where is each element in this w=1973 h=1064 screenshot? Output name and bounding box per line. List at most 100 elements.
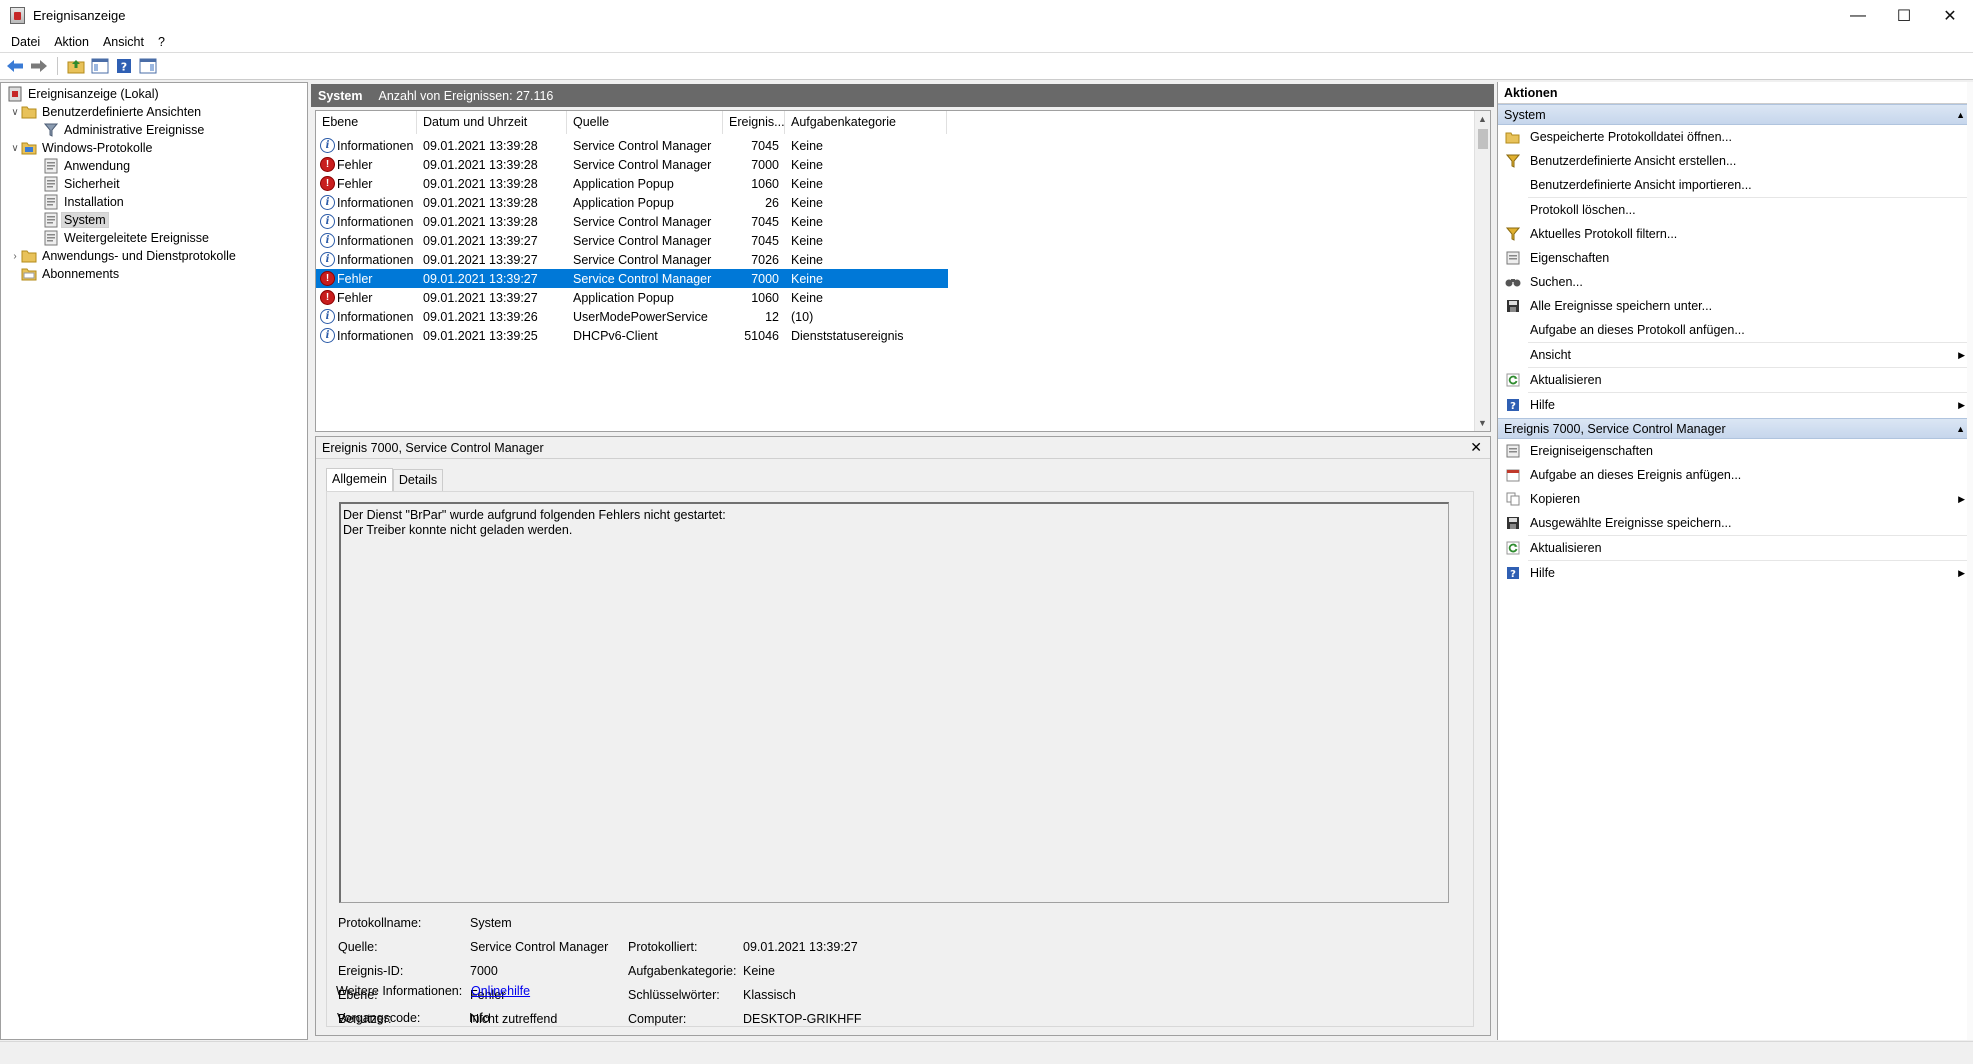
action-item[interactable]: Suchen... (1498, 270, 1973, 294)
actions-section-system[interactable]: System ▲ (1498, 104, 1973, 125)
tab-details[interactable]: Details (392, 469, 444, 492)
up-folder-button[interactable] (65, 55, 87, 77)
tree-item-subscriptions[interactable]: Abonnements (21, 265, 121, 283)
column-header-ebene[interactable]: Ebene (316, 111, 417, 134)
action-item[interactable]: ? Hilfe ▶ (1498, 393, 1973, 417)
column-header-quelle[interactable]: Quelle (567, 111, 723, 134)
table-row[interactable]: i Informationen 09.01.2021 13:39:28 Applica… (316, 193, 1476, 212)
action-item[interactable]: Aufgabe an dieses Ereignis anfügen... (1498, 463, 1973, 487)
table-row[interactable]: ! Fehler 09.01.2021 13:39:27 Service Contro… (316, 269, 1476, 288)
close-window-button[interactable]: ✕ (1927, 0, 1973, 31)
tree-item-root[interactable]: Ereignisanzeige (Lokal) (7, 85, 161, 103)
table-row[interactable]: i Informationen 09.01.2021 13:39:26 UserMod… (316, 307, 1476, 326)
show-hide-tree-button[interactable] (89, 55, 111, 77)
copy-icon (1504, 491, 1522, 507)
scroll-up-icon[interactable]: ▲ (1475, 111, 1490, 127)
actions-section-label: Ereignis 7000, Service Control Manager (1504, 421, 1726, 436)
tree-item-forwarded-events[interactable]: Weitergeleitete Ereignisse (43, 229, 211, 247)
menu-aktion[interactable]: Aktion (47, 35, 96, 49)
table-row[interactable]: i Informationen 09.01.2021 13:39:27 Service… (316, 250, 1476, 269)
table-row[interactable]: ! Fehler 09.01.2021 13:39:28 Application Po… (316, 174, 1476, 193)
tab-allgemein[interactable]: Allgemein (326, 468, 393, 491)
actions-section-event[interactable]: Ereignis 7000, Service Control Manager ▲ (1498, 418, 1973, 439)
action-item[interactable]: Aufgabe an dieses Protokoll anfügen... (1498, 318, 1973, 342)
tree-item-app-service-logs[interactable]: › Anwendungs- und Dienstprotokolle (9, 247, 238, 265)
show-action-pane-button[interactable] (137, 55, 159, 77)
tree-item-custom-views[interactable]: ∨ Benutzerdefinierte Ansichten (9, 103, 203, 121)
column-header-datum[interactable]: Datum und Uhrzeit (417, 111, 567, 134)
action-item[interactable]: Protokoll löschen... (1498, 198, 1973, 222)
menu-help[interactable]: ? (151, 35, 172, 49)
value-quelle: Service Control Manager (470, 940, 609, 954)
action-item[interactable]: Aktualisieren (1498, 368, 1973, 392)
event-list-scrollbar[interactable]: ▲ ▼ (1474, 111, 1490, 431)
action-item[interactable]: Aktuelles Protokoll filtern... (1498, 222, 1973, 246)
table-row[interactable]: ! Fehler 09.01.2021 13:39:27 Application Po… (316, 288, 1476, 307)
cell-level-text: Informationen (337, 328, 414, 343)
chevron-down-icon[interactable]: ∨ (9, 143, 21, 154)
cell-level-text: Informationen (337, 233, 414, 248)
action-item[interactable]: ? Hilfe ▶ (1498, 561, 1973, 585)
collapse-up-icon[interactable]: ▲ (1956, 424, 1965, 434)
close-icon[interactable]: ✕ (1470, 439, 1482, 456)
table-row[interactable]: i Informationen 09.01.2021 13:39:25 DHCPv6-… (316, 326, 1476, 345)
back-button[interactable] (4, 55, 26, 77)
cell-source: Service Control Manager (573, 252, 712, 267)
collapse-up-icon[interactable]: ▲ (1956, 110, 1965, 120)
action-item[interactable]: Eigenschaften (1498, 246, 1973, 270)
cell-level: i Informationen (316, 138, 417, 153)
action-item-label: Ereigniseigenschaften (1530, 444, 1653, 458)
maximize-button[interactable]: ☐ (1881, 0, 1927, 31)
tree-item-system[interactable]: System (43, 211, 109, 229)
tree-item-administrative-events[interactable]: Administrative Ereignisse (43, 121, 206, 139)
table-row[interactable]: i Informationen 09.01.2021 13:39:28 Service… (316, 136, 1476, 155)
action-item[interactable]: Kopieren ▶ (1498, 487, 1973, 511)
scroll-thumb[interactable] (1478, 129, 1488, 149)
info-icon: i (320, 309, 335, 324)
event-detail-title: Ereignis 7000, Service Control Manager (322, 440, 544, 455)
action-item[interactable]: Gespeicherte Protokolldatei öffnen... (1498, 125, 1973, 149)
table-row[interactable]: i Informationen 09.01.2021 13:39:28 Service… (316, 212, 1476, 231)
blank-icon (1504, 202, 1522, 218)
action-item[interactable]: Ereigniseigenschaften (1498, 439, 1973, 463)
binoculars-icon (1504, 274, 1522, 290)
action-item[interactable]: Alle Ereignisse speichern unter... (1498, 294, 1973, 318)
tree-item-label: Installation (64, 195, 124, 209)
action-item[interactable]: Aktualisieren (1498, 536, 1973, 560)
cell-id: 7045 (751, 214, 779, 229)
chevron-down-icon[interactable]: ∨ (9, 107, 21, 118)
table-row[interactable]: i Informationen 09.01.2021 13:39:27 Service… (316, 231, 1476, 250)
window-controls: — ☐ ✕ (1835, 0, 1973, 31)
menu-ansicht[interactable]: Ansicht (96, 35, 151, 49)
action-item[interactable]: Ansicht ▶ (1498, 343, 1973, 367)
action-item[interactable]: Benutzerdefinierte Ansicht importieren..… (1498, 173, 1973, 197)
online-help-link[interactable]: Onlinehilfe (471, 984, 530, 998)
folder-up-icon (67, 60, 85, 74)
error-icon: ! (320, 176, 335, 191)
refresh-icon (1504, 540, 1522, 556)
help-button[interactable]: ? (113, 55, 135, 77)
action-item[interactable]: Benutzerdefinierte Ansicht erstellen... (1498, 149, 1973, 173)
chevron-right-icon[interactable]: › (9, 251, 21, 262)
minimize-button[interactable]: — (1835, 0, 1881, 31)
forward-button[interactable] (28, 55, 50, 77)
tree-item-sicherheit[interactable]: Sicherheit (43, 175, 122, 193)
cell-level-text: Informationen (337, 195, 414, 210)
cell-level: i Informationen (316, 328, 417, 343)
column-header-ereignis-id[interactable]: Ereignis... (723, 111, 785, 134)
status-bar (0, 1041, 1973, 1064)
cell-date: 09.01.2021 13:39:28 (423, 176, 538, 191)
scroll-down-icon[interactable]: ▼ (1475, 415, 1490, 431)
tree-item-windows-logs[interactable]: ∨ Windows-Protokolle (9, 139, 154, 157)
column-header-aufgabenkategorie[interactable]: Aufgabenkategorie (785, 111, 947, 134)
window-title: Ereignisanzeige (33, 7, 126, 23)
event-message[interactable]: Der Dienst "BrPar" wurde aufgrund folgen… (339, 502, 1449, 903)
save-icon (1504, 515, 1522, 531)
menu-datei[interactable]: Datei (4, 35, 47, 49)
tree-item-anwendung[interactable]: Anwendung (43, 157, 132, 175)
action-item-label: Eigenschaften (1530, 251, 1610, 265)
tree-item-installation[interactable]: Installation (43, 193, 126, 211)
table-row[interactable]: ! Fehler 09.01.2021 13:39:28 Service Contro… (316, 155, 1476, 174)
actions-scrollbar[interactable] (1967, 82, 1973, 1040)
action-item[interactable]: Ausgewählte Ereignisse speichern... (1498, 511, 1973, 535)
